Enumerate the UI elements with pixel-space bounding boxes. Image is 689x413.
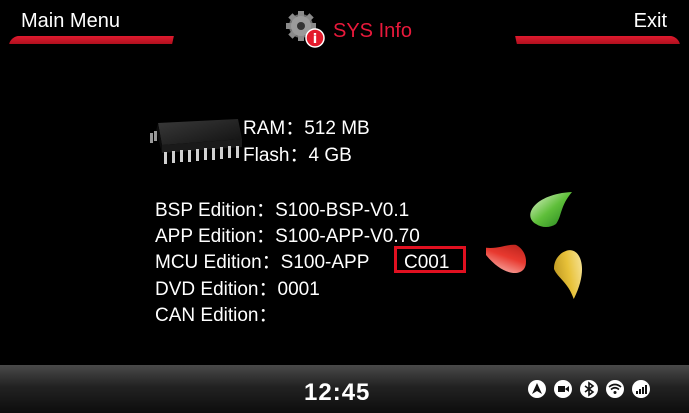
app-edition-row: APP Edition：S100-APP-V0.70	[155, 227, 420, 246]
ram-info: RAM：512 MB	[243, 119, 370, 138]
svg-text:i: i	[313, 32, 317, 47]
mcu-edition-row: MCU Edition：S100-APP	[155, 253, 369, 272]
brand-logo	[486, 192, 583, 299]
main-menu-accent-bar	[9, 36, 174, 44]
memory-chip-icon	[150, 119, 242, 164]
bluetooth-icon	[580, 380, 598, 398]
cellular-3g-icon	[632, 380, 650, 398]
dvd-edition-value: 0001	[277, 279, 320, 300]
settings-info-icon: i	[286, 11, 325, 48]
ram-value: 512 MB	[304, 118, 370, 139]
main-menu-button[interactable]: Main Menu	[21, 10, 120, 33]
dvd-edition-label: DVD Edition：	[155, 279, 278, 300]
exit-button[interactable]: Exit	[634, 10, 667, 33]
flash-label: Flash：	[243, 145, 309, 166]
mcu-edition-highlighted-value: C001	[404, 252, 450, 273]
mcu-edition-label: MCU Edition：	[155, 252, 281, 273]
app-edition-label: APP Edition：	[155, 226, 276, 247]
flash-value: 4 GB	[308, 145, 352, 166]
bsp-edition-label: BSP Edition：	[155, 200, 276, 221]
wifi-icon	[606, 380, 624, 398]
camera-icon	[554, 380, 572, 398]
exit-accent-bar	[515, 36, 680, 44]
status-bar: 12:45	[0, 365, 689, 413]
bsp-edition-row: BSP Edition：S100-BSP-V0.1	[155, 201, 409, 220]
flash-info: Flash：4 GB	[243, 146, 352, 165]
status-icons	[527, 379, 651, 399]
dvd-edition-row: DVD Edition：0001	[155, 280, 320, 299]
mcu-edition-value: S100-APP	[280, 252, 370, 273]
clock: 12:45	[304, 379, 371, 406]
navigation-icon	[528, 380, 546, 398]
page-title: SYS Info	[333, 19, 412, 42]
can-edition-row: CAN Edition：	[155, 306, 278, 325]
bsp-edition-value: S100-BSP-V0.1	[275, 200, 410, 221]
ram-label: RAM：	[243, 118, 305, 139]
title-group: i SYS Info	[285, 10, 412, 50]
app-edition-value: S100-APP-V0.70	[275, 226, 420, 247]
can-edition-label: CAN Edition：	[155, 305, 278, 326]
